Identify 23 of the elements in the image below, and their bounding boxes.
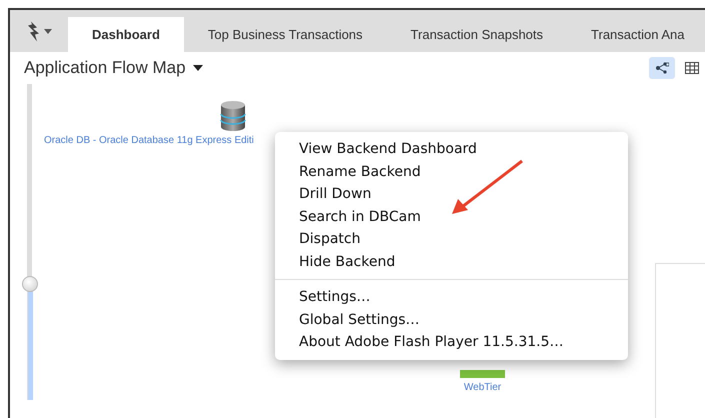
menu-item[interactable]: Settings… [275, 286, 628, 308]
lightning-icon [26, 20, 38, 42]
tab[interactable]: Transaction Snapshots [386, 17, 568, 52]
node-label[interactable]: Oracle DB - Oracle Database 11g Express Editi [44, 135, 254, 146]
node-label[interactable]: WebTier [464, 382, 502, 393]
health-bar [460, 370, 505, 378]
view-title[interactable]: Application Flow Map [24, 58, 186, 78]
menu-item[interactable]: Drill Down [275, 183, 628, 206]
flow-map-icon[interactable] [649, 57, 675, 79]
menu-item[interactable]: Search in DBCam [275, 206, 628, 228]
menu-item[interactable]: Hide Backend [275, 250, 628, 273]
menu-item[interactable]: Rename Backend [275, 160, 628, 183]
caret-icon[interactable] [192, 65, 203, 71]
menu-item[interactable]: About Adobe Flash Player 11.5.31.5… [275, 331, 628, 354]
database-icon[interactable] [220, 100, 246, 132]
tab[interactable]: Dashboard [68, 17, 184, 52]
tab[interactable]: Top Business Transactions [184, 17, 387, 52]
menu-item[interactable]: Dispatch [275, 228, 628, 250]
tab[interactable]: Transaction Ana [567, 17, 705, 52]
caret-icon [44, 28, 52, 34]
slider-thumb[interactable] [22, 276, 38, 292]
menu-item[interactable]: Global Settings… [275, 308, 628, 331]
menu-item[interactable]: View Backend Dashboard [275, 138, 628, 160]
